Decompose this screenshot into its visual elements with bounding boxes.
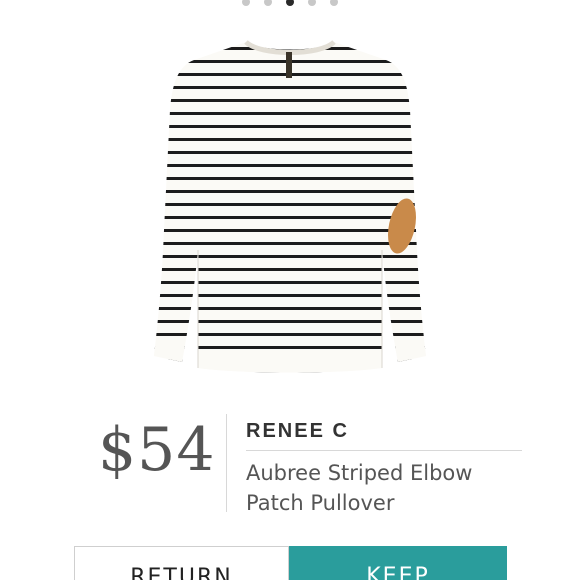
product-name-line-2: Patch Pullover (246, 491, 395, 515)
return-button[interactable]: RETURN (74, 546, 289, 580)
page-dot[interactable] (264, 0, 272, 6)
page-dot-active[interactable] (286, 0, 294, 6)
horizontal-divider (246, 450, 522, 451)
carousel-page-indicator (0, 0, 580, 10)
page-dot[interactable] (242, 0, 250, 6)
striped-sweater-image (154, 39, 426, 373)
vertical-divider (226, 414, 227, 512)
brand-name: RENEE C (246, 420, 349, 442)
price: $54 (98, 415, 216, 485)
keep-button[interactable]: KEEP (289, 546, 507, 580)
product-name-line-1: Aubree Striped Elbow (246, 461, 473, 485)
page-dot[interactable] (330, 0, 338, 6)
page-dot[interactable] (308, 0, 316, 6)
product-name: Aubree Striped Elbow Patch Pullover (246, 458, 546, 518)
product-image (150, 30, 430, 390)
